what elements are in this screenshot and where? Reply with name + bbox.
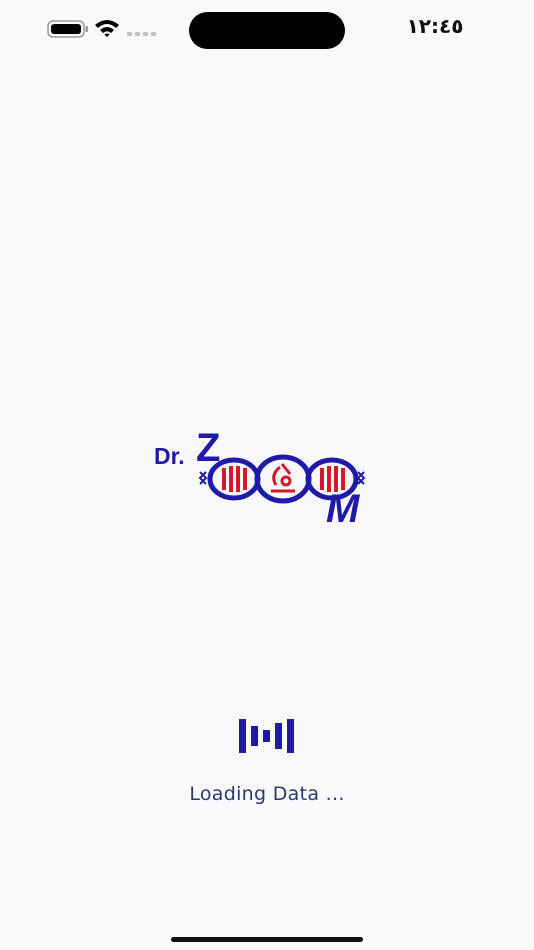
loading-label: Loading Data ... [189, 783, 345, 805]
logo-dr-text: Dr. [154, 443, 185, 469]
logo-m-letter: M [326, 487, 361, 526]
cellular-signal-icon [127, 32, 156, 36]
battery-icon [47, 20, 88, 38]
microscope-icon [271, 463, 295, 493]
home-indicator[interactable] [171, 937, 363, 942]
wifi-icon [95, 20, 119, 37]
dynamic-island [189, 12, 345, 49]
status-time: ١٢:٤٥ [406, 14, 464, 38]
splash-screen: ١٢:٤٥ Dr. Z M Loading Data ... [0, 0, 534, 950]
dr-zoom-logo: Dr. Z M [154, 428, 366, 526]
loading-bars-icon [239, 719, 294, 753]
